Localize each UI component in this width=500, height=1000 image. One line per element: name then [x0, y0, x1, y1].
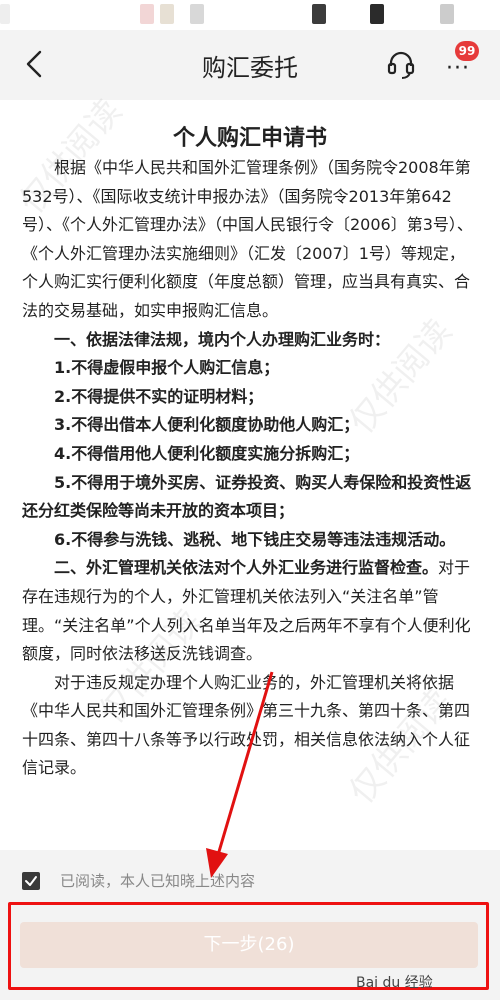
rule-item: 3.不得出借本人便利化额度协助他人购汇； — [54, 415, 360, 435]
status-icon — [160, 4, 174, 24]
headset-icon[interactable] — [384, 47, 418, 81]
section2-heading: 二、外汇管理机关依法对个人外汇业务进行监督检查。 — [54, 558, 439, 578]
next-step-button[interactable]: 下一步(26) — [20, 922, 478, 968]
page-title: 购汇委托 — [202, 54, 298, 82]
agree-label[interactable]: 已阅读，本人已知晓上述内容 — [60, 870, 255, 891]
rule-item: 5.不得用于境外买房、证券投资、购买人寿保险和投资性返还分红类保险等尚未开放的资… — [22, 472, 472, 521]
top-nav-bar: 购汇委托 ··· 99 — [0, 30, 500, 98]
agreement-row[interactable]: 已阅读，本人已知晓上述内容 — [0, 850, 500, 910]
intro-paragraph: 根据《中华人民共和国外汇管理条例》（国务院令2008年第532号）、《国际收支统… — [22, 158, 473, 320]
status-icon — [140, 4, 154, 24]
agree-checkbox[interactable] — [22, 872, 40, 890]
status-icon — [440, 4, 454, 24]
status-icon — [312, 4, 326, 24]
section3-paragraph: 对于违反规定办理个人购汇业务的，外汇管理机关将依据《中华人民共和国外汇管理条例》… — [22, 672, 471, 778]
document-title: 个人购汇申请书 — [172, 126, 327, 151]
status-bar — [0, 0, 500, 30]
baidu-jingyan-logo: Bai du 经验 — [356, 975, 433, 991]
rule-item: 2.不得提供不实的证明材料； — [54, 386, 264, 406]
rule-item: 6.不得参与洗钱、逃税、地下钱庄交易等违法违规活动。 — [54, 529, 456, 549]
section1-heading: 一、依据法律法规，境内个人办理购汇业务时： — [54, 329, 391, 349]
notification-badge: 99 — [455, 41, 479, 61]
rule-item: 1.不得虚假申报个人购汇信息； — [54, 358, 280, 378]
rule-item: 4.不得借用他人便利化额度实施分拆购汇； — [54, 443, 360, 463]
status-icon — [190, 4, 204, 24]
status-icon — [0, 4, 10, 24]
status-icon — [370, 4, 384, 24]
section2-paragraph: 二、外汇管理机关依法对个人外汇业务进行监督检查。对于存在违规行为的个人，外汇管理… — [22, 554, 478, 668]
document-body: 根据《中华人民共和国外汇管理条例》（国务院令2008年第532号）、《国际收支统… — [22, 154, 478, 783]
agreement-document: 仅供阅读 仅供阅读 仅供阅读 仅供阅读 个人购汇申请书 根据《中华人民共和国外汇… — [0, 92, 500, 850]
